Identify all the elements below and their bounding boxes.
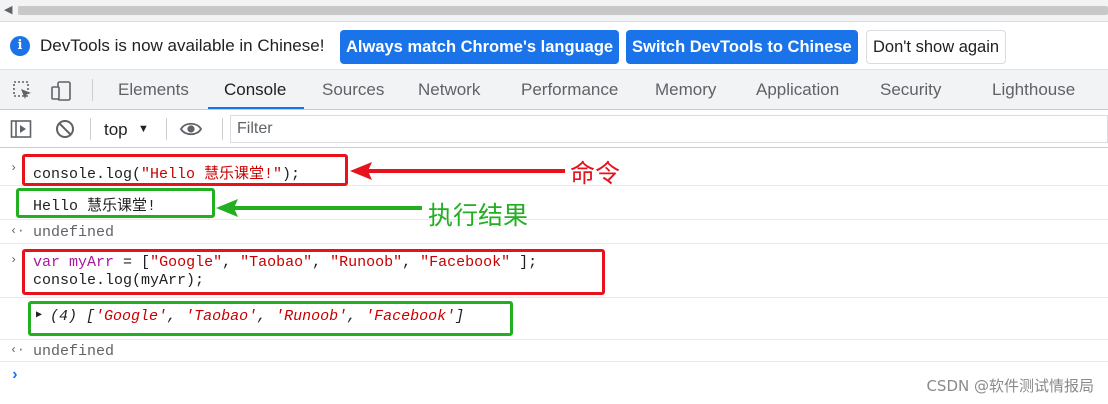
annotation-arrows [216, 162, 565, 217]
tab-console[interactable]: Console [224, 80, 286, 100]
info-icon: i [10, 36, 30, 56]
toolbar-divider [222, 118, 223, 140]
toolbar-divider [166, 118, 167, 140]
switch-to-chinese-button[interactable]: Switch DevTools to Chinese [626, 30, 858, 64]
scrollbar-thumb[interactable] [18, 6, 1108, 15]
console-toolbar: top ▼ [0, 110, 1108, 148]
toolbar-divider [90, 118, 91, 140]
execution-context-select[interactable]: top [104, 120, 128, 140]
eye-icon[interactable] [180, 119, 202, 139]
filter-input[interactable] [231, 116, 1107, 142]
scroll-left-icon[interactable]: ◀ [4, 3, 12, 16]
tab-performance[interactable]: Performance [521, 80, 618, 100]
command-annotation: 命令 [570, 159, 621, 188]
infobar-message: DevTools is now available in Chinese! [40, 36, 325, 55]
result-arrow [216, 199, 422, 217]
language-infobar: i DevTools is now available in Chinese! … [0, 22, 1108, 70]
inspect-element-icon[interactable] [12, 80, 34, 102]
tab-lighthouse[interactable]: Lighthouse [992, 80, 1075, 100]
always-match-language-button[interactable]: Always match Chrome's language [340, 30, 620, 64]
tab-elements[interactable]: Elements [118, 80, 189, 100]
tab-application[interactable]: Application [756, 80, 839, 100]
devtools-tab-strip: Elements Console Sources Network Perform… [0, 70, 1108, 110]
tab-sources[interactable]: Sources [322, 80, 384, 100]
dont-show-again-button[interactable]: Don't show again [866, 30, 1007, 64]
toolbar-divider [92, 79, 93, 101]
csdn-watermark: CSDN @软件测试情报局 [926, 377, 1094, 395]
active-tab-indicator [208, 107, 304, 109]
tab-network[interactable]: Network [418, 80, 480, 100]
filter-field[interactable] [230, 115, 1108, 143]
device-toolbar-icon[interactable] [50, 80, 72, 102]
console-messages[interactable]: › console.log("Hello 慧乐课堂!"); Hello 慧乐课堂… [0, 148, 1108, 404]
horizontal-scrollbar[interactable]: ◀ [0, 0, 1108, 22]
clear-console-icon[interactable] [54, 119, 76, 139]
command-arrow [350, 162, 565, 180]
caret-down-icon[interactable]: ▼ [138, 123, 149, 135]
tab-memory[interactable]: Memory [655, 80, 716, 100]
result-annotation: 执行结果 [428, 201, 529, 230]
tab-security[interactable]: Security [880, 80, 941, 100]
show-sidebar-icon[interactable] [10, 119, 32, 139]
